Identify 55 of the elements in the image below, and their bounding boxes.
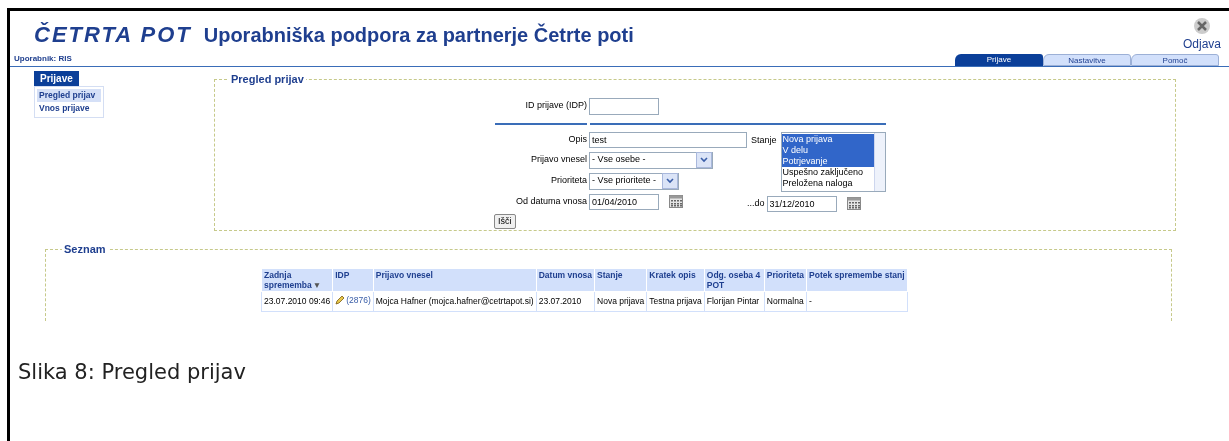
column-header[interactable]: Prijavo vnesel bbox=[373, 268, 537, 291]
status-option[interactable]: Preložena naloga bbox=[781, 177, 874, 189]
table-cell: Testna prijava bbox=[646, 291, 705, 312]
priority-dropdown[interactable]: Prioriteta - Vse prioritete - bbox=[495, 172, 747, 190]
scrollbar[interactable] bbox=[873, 132, 885, 191]
field-label: Stanje bbox=[751, 133, 777, 147]
person-dropdown[interactable]: Prijavo vnesel - Vse osebe - bbox=[495, 151, 747, 169]
status-listbox[interactable]: Nova prijava V delu Potrjevanje Uspešno zaključeno Preložena naloga bbox=[780, 131, 886, 192]
status-option[interactable]: Potrjevanje bbox=[781, 155, 874, 167]
status-option[interactable]: V delu bbox=[781, 144, 874, 156]
table-cell[interactable]: (2876) bbox=[332, 291, 374, 312]
field-label: ...do bbox=[747, 196, 765, 210]
table-cell: Nova prijava bbox=[594, 291, 647, 312]
panel-legend: Pregled prijav bbox=[229, 71, 306, 88]
user-label: Uporabnik: RIS bbox=[14, 53, 72, 65]
pencil-icon bbox=[335, 294, 346, 305]
status-option[interactable]: Uspešno zaključeno bbox=[781, 166, 874, 178]
figure-caption: Slika 8: Pregled prijav bbox=[18, 359, 247, 386]
status-option[interactable]: Nova prijava bbox=[781, 133, 874, 145]
table-cell: 23.07.2010 bbox=[536, 291, 595, 312]
table-cell: Mojca Hafner (mojca.hafner@cetrtapot.si) bbox=[373, 291, 537, 312]
logout-button[interactable]: Odjava bbox=[1182, 17, 1221, 53]
panel-legend: Seznam bbox=[62, 241, 108, 258]
sort-arrow[interactable]: ▼ bbox=[312, 279, 322, 290]
close-icon bbox=[1193, 17, 1211, 35]
table-cell: Florijan Pintar bbox=[704, 291, 765, 312]
column-header[interactable]: IDP bbox=[332, 268, 374, 291]
field-label: Od datuma vnosa bbox=[514, 194, 587, 208]
tab[interactable]: Nastavitve bbox=[1043, 54, 1131, 66]
column-header[interactable]: Stanje bbox=[594, 268, 647, 291]
calendar-icon[interactable] bbox=[669, 195, 683, 208]
date-input[interactable]: 31/12/2010 bbox=[766, 195, 837, 212]
description-input[interactable]: test bbox=[589, 131, 747, 148]
sidebar-heading: Prijave bbox=[34, 71, 79, 86]
column-header[interactable]: Odg. oseba 4 POT bbox=[704, 268, 765, 291]
sidebar-item[interactable]: Vnos prijave bbox=[37, 101, 101, 115]
field-label: ID prijave (IDP) bbox=[524, 99, 587, 113]
date-input[interactable]: 01/04/2010 bbox=[589, 193, 659, 210]
search-button[interactable]: Išči bbox=[494, 213, 516, 229]
column-header[interactable]: Prioriteta bbox=[764, 268, 807, 291]
sidebar-item[interactable]: Pregled prijav bbox=[37, 89, 101, 102]
column-header[interactable]: Potek spremembe stanj bbox=[806, 268, 908, 291]
table-cell: - bbox=[806, 291, 908, 312]
calendar-icon[interactable] bbox=[846, 197, 861, 210]
tab[interactable]: Pomoč bbox=[1131, 54, 1219, 66]
table-cell: Normalna bbox=[764, 291, 807, 312]
column-header[interactable]: Kratek opis bbox=[646, 268, 705, 291]
table-cell: 23.07.2010 09:46 bbox=[261, 291, 333, 312]
column-header[interactable]: Datum vnosa bbox=[536, 268, 595, 291]
column-header[interactable]: Zadnja sprememba▼ bbox=[261, 268, 333, 291]
id-input[interactable] bbox=[589, 97, 659, 115]
tab[interactable]: Prijave bbox=[955, 54, 1043, 66]
field-label: Opis bbox=[567, 132, 587, 146]
logo: ČETRTA POT bbox=[34, 21, 192, 49]
page-title: Uporabniška podpora za partnerje Četrte poti bbox=[203, 22, 634, 48]
